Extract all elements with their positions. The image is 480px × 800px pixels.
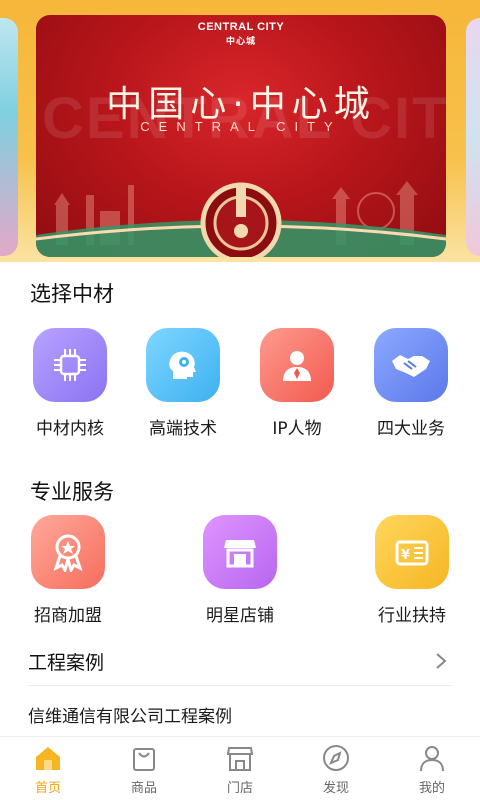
banner-carousel[interactable]: CENTRAL CITY CENTRAL CITY 中心城 中国心·中心城 CE… xyxy=(0,0,480,262)
compass-icon xyxy=(323,745,349,771)
cases-divider xyxy=(28,685,452,686)
tab-label: 首页 xyxy=(34,781,61,796)
tab-mine[interactable]: 我的 xyxy=(384,743,480,796)
banner-next-card[interactable] xyxy=(466,18,480,256)
award-ribbon-icon xyxy=(31,515,105,589)
service-item-store[interactable]: 明星店铺 xyxy=(180,515,300,626)
choose-item-core[interactable]: 中材内核 xyxy=(10,328,130,439)
banner-subtitle: CENTRAL CITY xyxy=(140,119,342,134)
tab-label: 商品 xyxy=(130,781,157,796)
choose-item-ip[interactable]: IP人物 xyxy=(237,328,357,439)
user-icon xyxy=(420,746,444,772)
tab-label: 门店 xyxy=(226,781,253,796)
choose-grid: 中材内核 高端技术 IP人物 四大业务 xyxy=(0,328,480,448)
choose-item-label: 中材内核 xyxy=(36,419,104,439)
tab-discover[interactable]: 发现 xyxy=(288,743,384,796)
case-list-item[interactable]: 信维通信有限公司工程案例 xyxy=(28,702,232,727)
banner-brand-cn: 中心城 xyxy=(225,37,256,47)
tab-stores[interactable]: 门店 xyxy=(192,743,288,796)
tab-home[interactable]: 首页 xyxy=(0,743,96,796)
bottom-tab-bar: 首页 商品 门店 发现 我的 xyxy=(0,736,480,800)
home-icon xyxy=(36,747,60,770)
skyline-illustration xyxy=(36,181,446,257)
tab-label: 发现 xyxy=(322,781,349,796)
cases-title: 工程案例 xyxy=(28,652,105,674)
service-item-franchise[interactable]: 招商加盟 xyxy=(8,515,128,626)
banner-prev-card[interactable] xyxy=(0,18,18,256)
person-icon xyxy=(260,328,334,402)
storefront-icon xyxy=(203,515,277,589)
cases-header[interactable]: 工程案例 xyxy=(0,640,480,684)
banner-main-slide[interactable]: CENTRAL CITY CENTRAL CITY 中心城 中国心·中心城 CE… xyxy=(36,15,446,257)
service-item-label: 招商加盟 xyxy=(34,606,102,626)
chevron-right-icon[interactable] xyxy=(434,652,448,670)
tab-products[interactable]: 商品 xyxy=(96,743,192,796)
service-item-label: 行业扶持 xyxy=(378,606,446,626)
section-title-choose: 选择中材 xyxy=(30,282,114,306)
service-item-label: 明星店铺 xyxy=(206,606,274,626)
service-grid: 招商加盟 明星店铺 ¥ 行业扶持 xyxy=(0,515,480,635)
choose-item-label: 四大业务 xyxy=(377,419,445,439)
banner-brand-en: CENTRAL CITY xyxy=(197,21,285,33)
shopping-bag-icon xyxy=(133,748,155,771)
head-gear-icon xyxy=(146,328,220,402)
choose-item-tech[interactable]: 高端技术 xyxy=(123,328,243,439)
money-icon: ¥ xyxy=(375,515,449,589)
tab-label: 我的 xyxy=(418,781,445,796)
store-icon xyxy=(226,747,254,771)
choose-item-label: IP人物 xyxy=(272,419,322,439)
section-title-service: 专业服务 xyxy=(30,480,114,504)
chip-icon xyxy=(33,328,107,402)
svg-text:¥: ¥ xyxy=(401,548,410,563)
service-item-support[interactable]: ¥ 行业扶持 xyxy=(352,515,472,626)
choose-item-label: 高端技术 xyxy=(149,419,217,439)
handshake-icon xyxy=(374,328,448,402)
choose-item-business[interactable]: 四大业务 xyxy=(351,328,471,439)
